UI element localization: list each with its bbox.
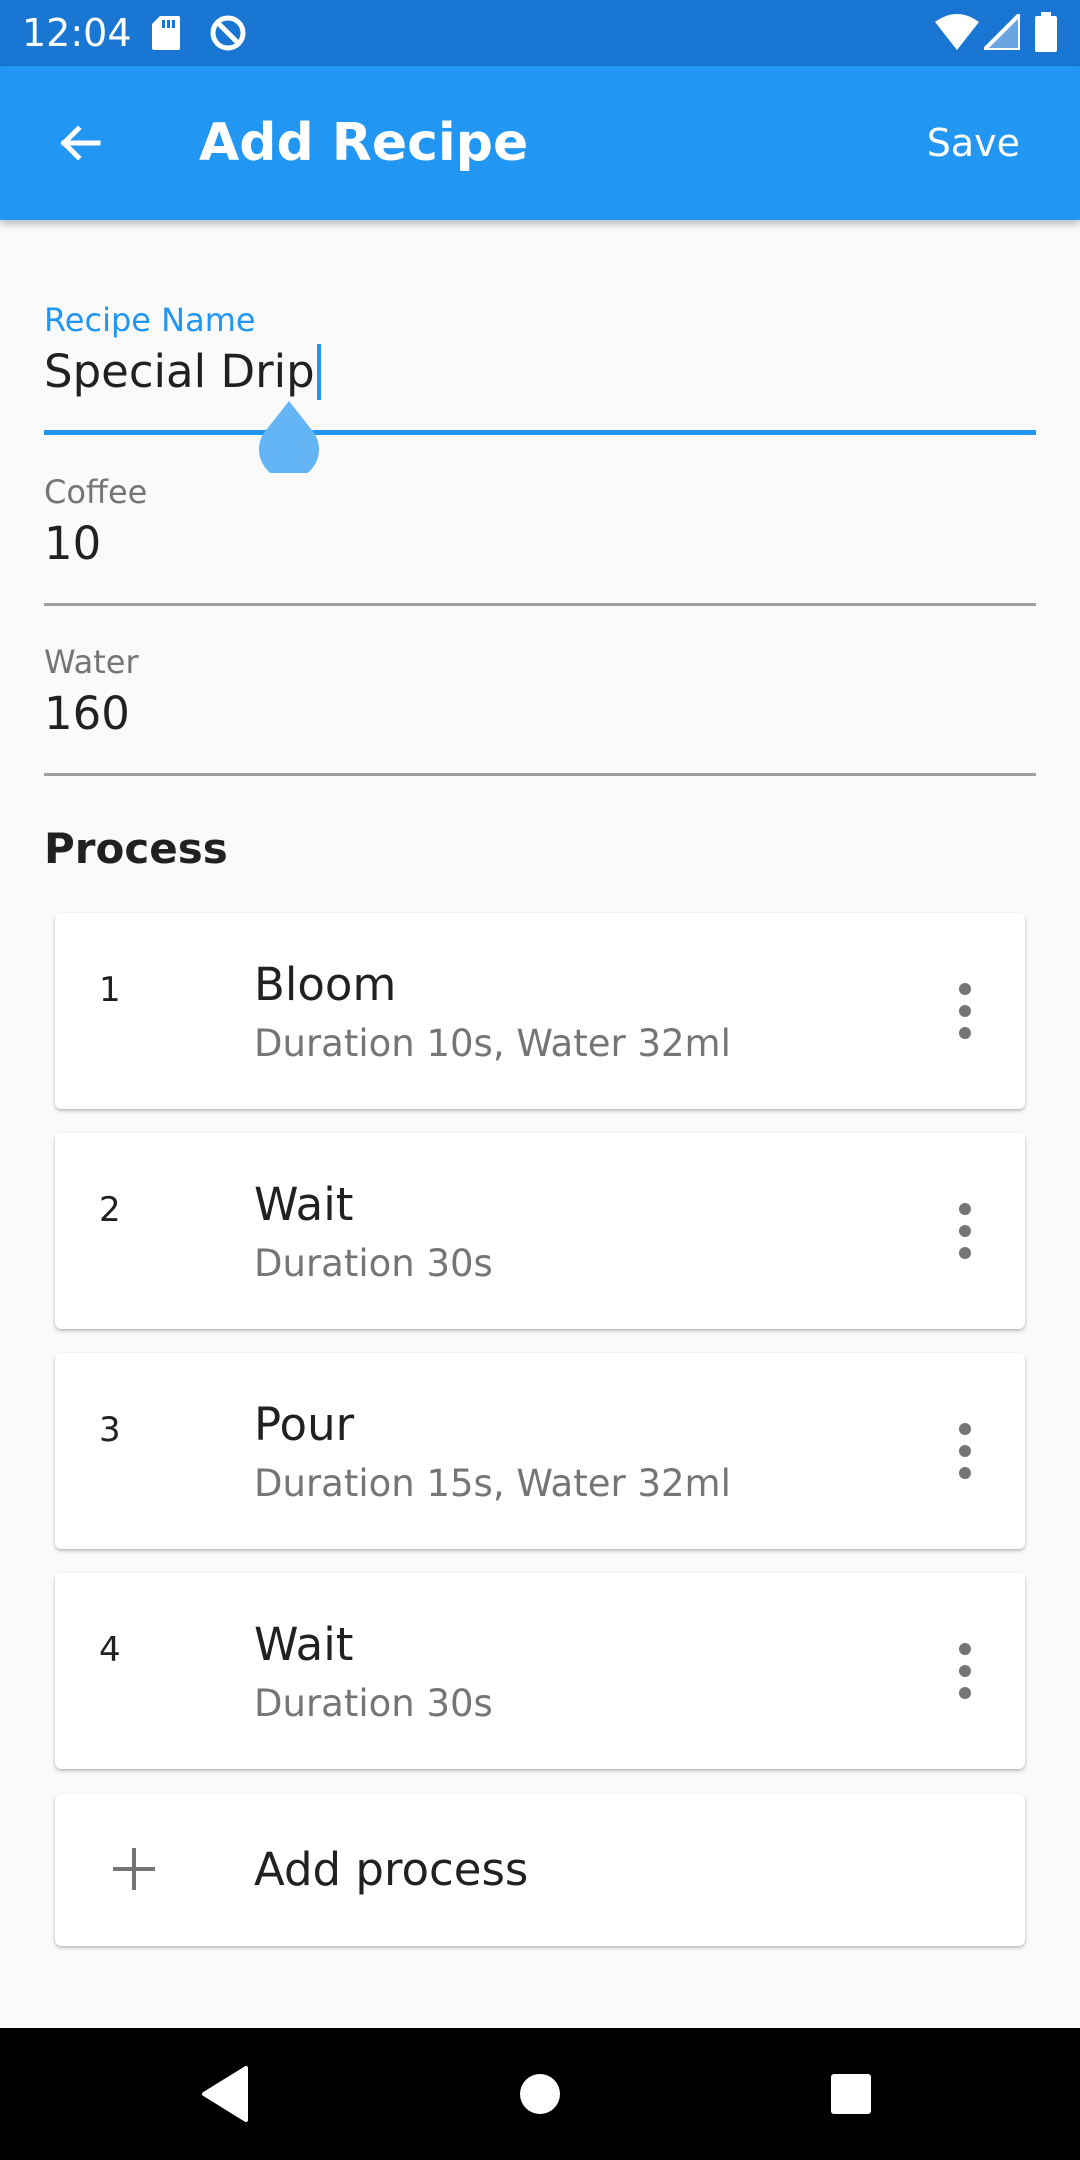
coffee-field[interactable]: Coffee 10	[44, 472, 1036, 606]
water-underline	[44, 773, 1036, 776]
battery-icon	[1035, 12, 1057, 52]
step-details: Duration 30s	[254, 1682, 493, 1725]
sync-icon	[210, 15, 246, 51]
recents-square-icon[interactable]	[811, 2054, 891, 2134]
step-number: 4	[99, 1630, 121, 1670]
back-triangle-icon[interactable]	[186, 2054, 266, 2134]
process-section-title: Process	[44, 824, 228, 873]
app-bar: Add Recipe Save	[0, 66, 1080, 220]
save-button[interactable]: Save	[927, 116, 1020, 170]
recipe-name-value: Special Drip	[44, 345, 315, 398]
sd-card-icon	[152, 16, 180, 50]
add-process-button[interactable]: Add process	[55, 1794, 1025, 1946]
process-card[interactable]: 3 Pour Duration 15s, Water 32ml	[55, 1353, 1025, 1549]
water-input[interactable]: 160	[44, 686, 130, 742]
home-circle-icon[interactable]	[500, 2054, 580, 2134]
arrow-left-icon	[60, 125, 101, 161]
water-field[interactable]: Water 160	[44, 642, 1036, 776]
wifi-icon	[935, 14, 979, 50]
add-process-label: Add process	[254, 1843, 529, 1896]
recipe-name-underline	[44, 430, 1036, 435]
more-vert-icon[interactable]	[935, 971, 995, 1051]
back-button[interactable]	[40, 103, 120, 183]
status-time: 12:04	[22, 11, 132, 55]
recipe-name-input[interactable]: Special Drip	[44, 344, 321, 400]
more-vert-icon[interactable]	[935, 1631, 995, 1711]
step-number: 1	[99, 970, 121, 1010]
step-details: Duration 10s, Water 32ml	[254, 1022, 731, 1065]
coffee-underline	[44, 603, 1036, 606]
coffee-label: Coffee	[44, 473, 148, 511]
status-bar: 12:04	[0, 0, 1080, 66]
process-card[interactable]: 4 Wait Duration 30s	[55, 1573, 1025, 1769]
step-number: 3	[99, 1410, 121, 1450]
page-title: Add Recipe	[199, 113, 529, 173]
process-card[interactable]: 2 Wait Duration 30s	[55, 1133, 1025, 1329]
step-title: Pour	[254, 1398, 355, 1451]
system-nav-bar	[0, 2028, 1080, 2160]
water-label: Water	[44, 643, 139, 681]
step-title: Bloom	[254, 958, 397, 1011]
recipe-name-field[interactable]: Recipe Name Special Drip	[44, 300, 1036, 440]
process-card[interactable]: 1 Bloom Duration 10s, Water 32ml	[55, 913, 1025, 1109]
recipe-name-label: Recipe Name	[44, 301, 256, 339]
step-title: Wait	[254, 1618, 354, 1671]
caret-handle[interactable]	[258, 401, 320, 473]
signal-icon	[984, 14, 1020, 50]
text-caret	[316, 344, 321, 400]
step-details: Duration 30s	[254, 1242, 493, 1285]
coffee-input[interactable]: 10	[44, 516, 101, 572]
plus-icon	[113, 1848, 155, 1890]
step-details: Duration 15s, Water 32ml	[254, 1462, 731, 1505]
more-vert-icon[interactable]	[935, 1411, 995, 1491]
step-title: Wait	[254, 1178, 354, 1231]
step-number: 2	[99, 1190, 121, 1230]
more-vert-icon[interactable]	[935, 1191, 995, 1271]
